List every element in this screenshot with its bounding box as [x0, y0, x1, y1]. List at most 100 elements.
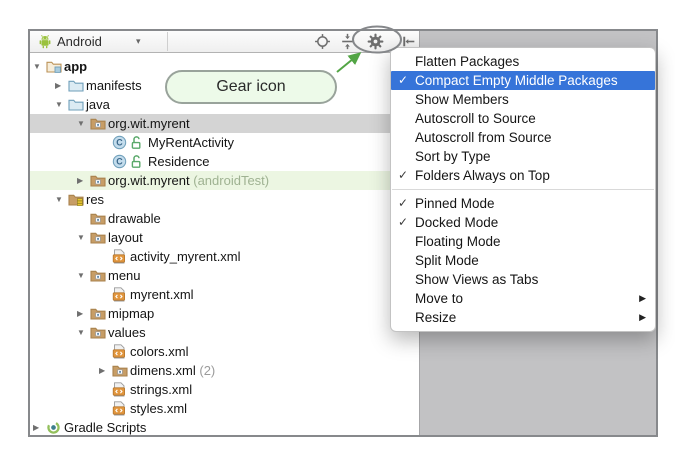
menu-item[interactable]: Show Members	[391, 90, 655, 109]
expand-arrow-icon[interactable]: ▶	[55, 76, 67, 95]
package-folder-icon	[90, 325, 106, 340]
gradle-icon	[46, 420, 62, 435]
tree-item-label: styles.xml	[130, 399, 187, 418]
submenu-arrow-icon: ▶	[639, 308, 646, 327]
svg-text:C: C	[116, 157, 123, 167]
checkmark-icon: ✓	[398, 213, 412, 232]
expand-arrow-icon[interactable]: ▶	[99, 361, 111, 380]
menu-item-label: Split Mode	[415, 253, 479, 268]
tree-row[interactable]: ▶ mipmap	[30, 304, 419, 323]
tree-item-suffix: (2)	[196, 363, 216, 378]
class-icon: C	[112, 135, 128, 150]
menu-item[interactable]: ✓Folders Always on Top	[391, 166, 655, 185]
class-icon: C	[112, 154, 128, 169]
public-lock-icon	[130, 135, 146, 150]
tree-item-label: layout	[108, 228, 143, 247]
tree-row[interactable]: drawable	[30, 209, 419, 228]
package-folder-icon	[90, 116, 106, 131]
collapse-arrow-icon[interactable]: ▼	[55, 95, 67, 114]
tree-row[interactable]: myrent.xml	[30, 285, 419, 304]
menu-item[interactable]: Split Mode	[391, 251, 655, 270]
tree-row[interactable]: colors.xml	[30, 342, 419, 361]
tree-item-label: drawable	[108, 209, 161, 228]
menu-item-label: Flatten Packages	[415, 54, 519, 69]
tree-row[interactable]: styles.xml	[30, 399, 419, 418]
menu-item[interactable]: ✓Pinned Mode	[391, 194, 655, 213]
tree-item-suffix: (androidTest)	[190, 173, 269, 188]
screenshot-page: Android ▾	[0, 0, 675, 467]
checkmark-icon: ✓	[398, 71, 412, 90]
tree-row[interactable]: ▼ menu	[30, 266, 419, 285]
svg-text:C: C	[116, 138, 123, 148]
tree-row[interactable]: strings.xml	[30, 380, 419, 399]
chevron-down-icon[interactable]: ▾	[136, 31, 141, 52]
menu-item[interactable]: Move to ▶	[391, 289, 655, 308]
package-folder-icon	[90, 230, 106, 245]
package-folder-icon	[90, 173, 106, 188]
tree-row[interactable]: ▶ Gradle Scripts	[30, 418, 419, 437]
collapse-arrow-icon[interactable]: ▼	[77, 266, 89, 285]
menu-item[interactable]: ✓Docked Mode	[391, 213, 655, 232]
tree-item-label: activity_myrent.xml	[130, 247, 241, 266]
collapse-arrow-icon[interactable]: ▼	[77, 228, 89, 247]
menu-item[interactable]: Autoscroll to Source	[391, 109, 655, 128]
menu-item[interactable]: Resize ▶	[391, 308, 655, 327]
menu-item-label: Autoscroll to Source	[415, 111, 536, 126]
collapse-arrow-icon[interactable]: ▼	[55, 190, 67, 209]
menu-item-label: Folders Always on Top	[415, 168, 550, 183]
tree-item-label: strings.xml	[130, 380, 192, 399]
xml-file-icon	[112, 249, 128, 264]
tree-item-label: Residence	[148, 152, 209, 171]
tree-item-label: mipmap	[108, 304, 154, 323]
tree-row[interactable]: ▼ res	[30, 190, 419, 209]
menu-item-label: Show Members	[415, 92, 509, 107]
scroll-from-source-button[interactable]	[314, 33, 331, 50]
menu-item[interactable]: ✓Compact Empty Middle Packages	[391, 71, 655, 90]
menu-item[interactable]: Flatten Packages	[391, 52, 655, 71]
tree-item-label: dimens.xml (2)	[130, 361, 215, 380]
tree-item-label: MyRentActivity	[148, 133, 234, 152]
source-folder-icon	[68, 78, 84, 93]
tree-row[interactable]: C MyRentActivity	[30, 133, 419, 152]
tree-row[interactable]: ▼ org.wit.myrent	[30, 114, 419, 133]
tree-row[interactable]: ▼ layout	[30, 228, 419, 247]
gear-options-menu: Flatten Packages✓Compact Empty Middle Pa…	[390, 47, 656, 332]
menu-item[interactable]: Show Views as Tabs	[391, 270, 655, 289]
tree-row[interactable]: ▶ org.wit.myrent (androidTest)	[30, 171, 419, 190]
checkmark-icon: ✓	[398, 194, 412, 213]
tree-row[interactable]: C Residence	[30, 152, 419, 171]
collapse-all-button[interactable]	[339, 33, 356, 50]
package-folder-icon	[90, 211, 106, 226]
collapse-arrow-icon[interactable]: ▼	[77, 114, 89, 133]
android-robot-icon	[38, 34, 52, 49]
menu-item-label: Compact Empty Middle Packages	[415, 73, 618, 88]
tree-item-label: res	[86, 190, 104, 209]
menu-item[interactable]: Floating Mode	[391, 232, 655, 251]
menu-item-label: Move to	[415, 291, 463, 306]
tree-row[interactable]: ▶ dimens.xml (2)	[30, 361, 419, 380]
tree-row[interactable]: ▼ values	[30, 323, 419, 342]
expand-arrow-icon[interactable]: ▶	[33, 418, 45, 437]
module-folder-icon	[46, 59, 62, 74]
collapse-arrow-icon[interactable]: ▼	[77, 323, 89, 342]
menu-item-label: Pinned Mode	[415, 196, 495, 211]
tree-item-label: manifests	[86, 76, 142, 95]
public-lock-icon	[130, 154, 146, 169]
menu-item-label: Docked Mode	[415, 215, 498, 230]
collapse-arrow-icon[interactable]: ▼	[33, 57, 45, 76]
tree-row[interactable]: activity_myrent.xml	[30, 247, 419, 266]
menu-item-label: Resize	[415, 310, 456, 325]
menu-item[interactable]: Autoscroll from Source	[391, 128, 655, 147]
settings-gear-button[interactable]	[367, 33, 384, 50]
submenu-arrow-icon: ▶	[639, 289, 646, 308]
view-selector[interactable]: Android	[57, 31, 102, 52]
gear-callout: Gear icon	[165, 70, 337, 104]
menu-item-label: Floating Mode	[415, 234, 501, 249]
expand-arrow-icon[interactable]: ▶	[77, 171, 89, 190]
source-folder-icon	[68, 97, 84, 112]
menu-item[interactable]: Sort by Type	[391, 147, 655, 166]
menu-item-label: Sort by Type	[415, 149, 491, 164]
expand-arrow-icon[interactable]: ▶	[77, 304, 89, 323]
tree-item-label: menu	[108, 266, 141, 285]
tree-item-label: Gradle Scripts	[64, 418, 146, 437]
